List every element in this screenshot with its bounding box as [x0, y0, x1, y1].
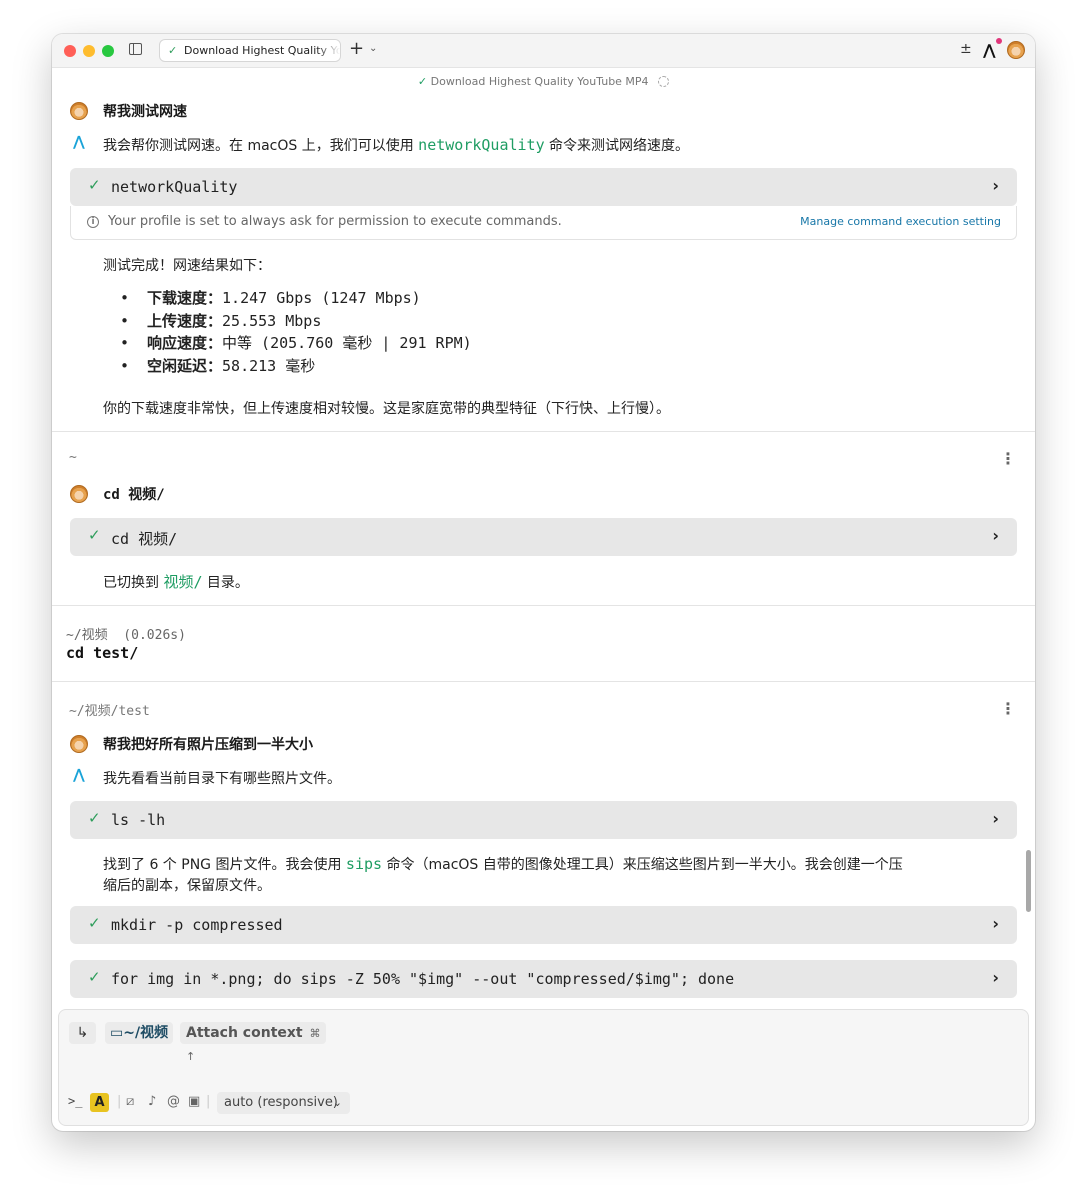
result-text-part: 目录。: [202, 575, 249, 591]
check-icon: ✓: [88, 914, 101, 932]
cwd-label: ~: [69, 450, 77, 465]
more-vertical-icon[interactable]: ⋮: [1000, 449, 1016, 468]
command-text: cd 视频/: [111, 530, 178, 548]
more-vertical-icon[interactable]: ⋮: [1000, 699, 1016, 718]
check-icon: ✓: [88, 968, 101, 986]
check-icon: ✓: [88, 809, 101, 827]
result-value: 中等 (205.760 毫秒 | 291 RPM): [222, 334, 472, 352]
attach-label: Attach context: [186, 1025, 303, 1041]
check-icon: ✓: [417, 75, 428, 88]
directory-label: ~/视频: [123, 1025, 169, 1041]
info-icon: i: [87, 216, 99, 228]
result-label: 上传速度: [147, 311, 208, 330]
result-label: 空闲延迟: [147, 356, 208, 375]
result-text: 找到了 6 个 PNG 图片文件。我会使用 sips 命令（macOS 自带的图…: [103, 854, 903, 874]
result-text-part: 命令（macOS 自带的图像处理工具）来压缩这些图片到一半大小。我会创建一个压: [382, 857, 903, 873]
terminal-mode-toggle[interactable]: >_: [68, 1094, 82, 1108]
command-block[interactable]: ✓ ls -lh ›: [70, 801, 1017, 839]
list-item: 上传速度：25.553 Mbps: [120, 310, 472, 333]
manage-setting-link[interactable]: Manage command execution setting: [800, 215, 1001, 228]
command-block[interactable]: ✓ networkQuality ›: [70, 168, 1017, 206]
speed-results-list: 下载速度：1.247 Gbps (1247 Mbps) 上传速度：25.553 …: [120, 287, 472, 377]
scrollbar-thumb[interactable]: [1026, 850, 1031, 912]
command-block[interactable]: ✓ for img in *.png; do sips -Z 50% "$img…: [70, 960, 1017, 998]
status-title: Download Highest Quality YouTube MP4: [430, 75, 649, 88]
slash-commands-icon[interactable]: ⧄: [126, 1094, 134, 1109]
command-text: ls -lh: [111, 811, 166, 829]
result-text-part: 找到了 6 个 PNG 图片文件。我会使用: [103, 857, 346, 873]
agent-icon: ⋀: [73, 134, 85, 150]
command-text: mkdir -p compressed: [111, 916, 283, 934]
inline-code: 视频/: [163, 573, 203, 591]
block-divider: [52, 605, 1035, 606]
image-icon[interactable]: ▣: [188, 1094, 200, 1109]
list-item: 空闲延迟：58.213 毫秒: [120, 355, 472, 378]
block-divider: [52, 431, 1035, 432]
spinner-icon: [658, 76, 670, 87]
status-line: ✓ Download Highest Quality YouTube MP4: [52, 75, 1035, 88]
command-block[interactable]: ✓ cd 视频/ ›: [70, 518, 1017, 556]
attach-context-button[interactable]: Attach context ⌘ ↑: [180, 1022, 326, 1063]
list-item: 下载速度：1.247 Gbps (1247 Mbps): [120, 287, 472, 310]
result-value: 25.553 Mbps: [222, 311, 322, 330]
agent-message: 我先看看当前目录下有哪些照片文件。: [103, 771, 341, 787]
chevron-right-icon[interactable]: ›: [992, 809, 999, 828]
agent-text: 命令来测试网络速度。: [544, 138, 690, 154]
agent-message: 我会帮你测试网速。在 macOS 上，我们可以使用 networkQuality…: [103, 135, 689, 155]
folder-icon: ▭: [110, 1025, 124, 1041]
agent-icon: ⋀: [73, 767, 85, 783]
agent-text: 我会帮你测试网速。在 macOS 上，我们可以使用: [103, 138, 419, 154]
model-select[interactable]: auto (responsive) ⌄: [217, 1092, 350, 1114]
return-arrow-icon[interactable]: ↳: [69, 1022, 96, 1044]
inline-code: sips: [345, 855, 383, 873]
command-text: networkQuality: [111, 178, 238, 196]
block-divider: [52, 681, 1035, 682]
result-text: 已切换到 视频/ 目录。: [103, 571, 249, 592]
chevron-right-icon[interactable]: ›: [992, 914, 999, 933]
check-icon: ✓: [88, 176, 101, 194]
permission-notice: i Your profile is set to always ask for …: [70, 206, 1017, 240]
check-icon: ✓: [88, 526, 101, 544]
command-text: for img in *.png; do sips -Z 50% "$img" …: [111, 970, 735, 988]
cwd-label: ~/视频 (0.026s): [66, 628, 186, 643]
result-text: 缩后的副本，保留原文件。: [103, 878, 271, 894]
user-query: 帮我测试网速: [103, 104, 187, 120]
result-text-part: 已切换到: [103, 575, 164, 591]
cwd-label: ~/视频/test: [69, 704, 150, 719]
result-value: 58.213 毫秒: [222, 356, 316, 375]
command-block[interactable]: ✓ mkdir -p compressed ›: [70, 906, 1017, 944]
list-item: 响应速度：中等 (205.760 毫秒 | 291 RPM): [120, 332, 472, 355]
result-intro: 测试完成！网速结果如下：: [103, 258, 271, 274]
avatar: [70, 735, 88, 753]
result-label: 响应速度: [147, 334, 208, 352]
avatar: [70, 102, 88, 120]
agent-mode-toggle[interactable]: A: [90, 1093, 109, 1112]
result-label: 下载速度: [147, 289, 208, 307]
directory-chip[interactable]: ▭~/视频: [105, 1022, 173, 1044]
avatar: [70, 485, 88, 503]
user-query: cd 视频/: [103, 487, 165, 503]
model-select-value: auto (responsive): [224, 1095, 338, 1110]
permission-message: Your profile is set to always ask for pe…: [108, 214, 562, 229]
chevron-right-icon[interactable]: ›: [992, 526, 999, 545]
chevron-right-icon[interactable]: ›: [992, 176, 999, 195]
app-window: ✓ Download Highest Quality YouTube MP4 +…: [52, 34, 1035, 1131]
prompt-input[interactable]: ↳ ▭~/视频 Attach context ⌘ ↑ >_ A | ⧄ ♪ @ …: [58, 1009, 1029, 1126]
result-value: 1.247 Gbps (1247 Mbps): [222, 289, 421, 307]
chevron-right-icon[interactable]: ›: [992, 968, 999, 987]
shell-command: cd test/: [66, 644, 139, 662]
user-query: 帮我把好所有照片压缩到一半大小: [103, 737, 313, 753]
summary-text: 你的下载速度非常快，但上传速度相对较慢。这是家庭宽带的典型特征（下行快、上行慢）…: [103, 401, 670, 417]
mention-icon[interactable]: @: [167, 1094, 180, 1109]
inline-code: networkQuality: [418, 136, 545, 154]
microphone-icon[interactable]: ♪: [148, 1094, 156, 1109]
chevron-down-icon: ⌄: [332, 1096, 342, 1109]
